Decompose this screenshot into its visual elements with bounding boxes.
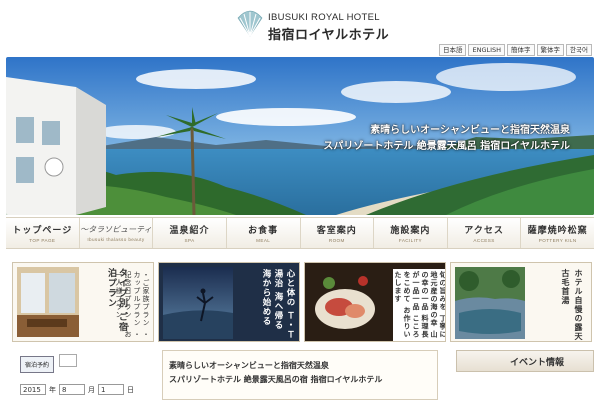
nav-room[interactable]: 客室案内 ROOM [301,218,375,248]
nav-thalasso-beauty[interactable]: 〜タラソビューティ Ibusuki thalasso beauty [80,218,154,248]
meal-text: 旬の旨みを 丁寧に 地元産の海の幸 山の幸の一品 料理長が一品一品 こころをこめ… [393,269,445,341]
nav-label: 薩摩焼吟松窯 [527,226,588,236]
nav-sublabel: ROOM [328,238,345,243]
nav-label: 温泉紹介 [169,226,210,236]
day-select[interactable]: 1 [98,384,124,395]
beach-silhouette-image [163,267,233,339]
nav-facility[interactable]: 施設案内 FACILITY [374,218,448,248]
nav-label: お食事 [248,226,279,236]
nav-access[interactable]: アクセス ACCESS [448,218,522,248]
nav-sublabel: MEAL [256,238,271,243]
bath-text: ホテル自慢の露天 古毛首湯 [561,269,584,341]
nav-spa[interactable]: 温泉紹介 SPA [153,218,227,248]
room-interior-image [17,267,79,337]
lang-korean[interactable]: 한국어 [566,44,592,56]
reservation-date-picker: 2015 年 8 月 1 日 [20,384,134,395]
banner-seasonal-meals[interactable]: 旬の旨みを 丁寧に 地元産の海の幸 山の幸の一品 料理長が一品一品 こころをこめ… [304,262,446,342]
nav-sublabel: TOP PAGE [29,238,56,243]
year-select[interactable]: 2015 [20,384,46,395]
spa-text: 心と体の Ｔ・Ｔ湯治 海へ帰る 海から始める [261,269,295,340]
nav-sublabel: ACCESS [473,238,495,243]
logo-japanese[interactable]: 指宿ロイヤルホテル [268,24,389,43]
day-unit: 日 [127,385,134,394]
nav-label: アクセス [464,226,504,236]
nav-sublabel: FACILITY [398,238,422,243]
nav-sublabel: Ibusuki thalasso beauty [87,237,145,242]
welcome-line1: 素晴らしいオーシャンビューと指宿天然温泉 [169,360,329,370]
hero-banner: 素晴らしいオーシャンビューと指宿天然温泉 スパリゾートホテル 絶景露天風呂 指宿… [6,57,594,215]
nav-sublabel: SPA [184,238,195,243]
event-info-label: イベント情報 [510,358,565,368]
nav-top-page[interactable]: トップページ TOP PAGE [6,218,80,248]
lang-simplified-chinese[interactable]: 簡体字 [507,44,535,56]
lang-english[interactable]: ENGLISH [468,44,506,56]
nav-sublabel: POTTERY KILN [538,238,577,243]
hero-tagline-line2: スパリゾートホテル 絶景露天風呂 指宿ロイヤルホテル [323,141,570,152]
reservation-tabs: 宿泊予約 [20,352,78,373]
month-select[interactable]: 8 [59,384,85,395]
tab-secondary[interactable] [59,354,78,367]
shell-logo-icon[interactable] [234,8,266,40]
feature-banners: タイプ別 ご宿泊プラン ・ご家族プラン ・カップルプラン ・記念日プラン ・お一… [12,262,592,342]
lang-traditional-chinese[interactable]: 繁体字 [536,44,565,56]
event-info-panel[interactable]: イベント情報 [456,350,594,400]
logo-english[interactable]: IBUSUKI ROYAL HOTEL [268,12,380,23]
lang-japanese[interactable]: 日本語 [438,44,467,56]
plans-list: ・ご家族プラン ・カップルプラン ・記念日プラン ・お一人様プラン [115,271,150,339]
tab-stay-reservation[interactable]: 宿泊予約 [20,356,55,373]
hero-tagline: 素晴らしいオーシャンビューと指宿天然温泉 スパリゾートホテル 絶景露天風呂 指宿… [323,123,570,155]
nav-meal[interactable]: お食事 MEAL [227,218,301,248]
banner-open-air-bath[interactable]: ホテル自慢の露天 古毛首湯 [450,262,592,342]
banner-stay-plans[interactable]: タイプ別 ご宿泊プラン ・ご家族プラン ・カップルプラン ・記念日プラン ・お一… [12,262,154,342]
nav-brand-label: 〜タラソビューティ [80,225,152,234]
main-navigation: トップページ TOP PAGE 〜タラソビューティ Ibusuki thalas… [6,217,594,249]
outdoor-bath-image [455,267,525,339]
banner-spa-therapy[interactable]: 心と体の Ｔ・Ｔ湯治 海へ帰る 海から始める [158,262,300,342]
nav-label: 施設案内 [390,226,431,236]
meal-plate-image [309,267,381,339]
language-switcher: 日本語 ENGLISH 簡体字 繁体字 한국어 [438,44,592,56]
nav-label: 客室案内 [316,226,357,236]
hero-tagline-line1: 素晴らしいオーシャンビューと指宿天然温泉 [370,125,570,136]
nav-label: トップページ [12,226,73,236]
site-header: IBUSUKI ROYAL HOTEL 指宿ロイヤルホテル [0,0,600,46]
year-unit: 年 [49,385,56,394]
nav-pottery-kiln[interactable]: 薩摩焼吟松窯 POTTERY KILN [521,218,594,248]
month-unit: 月 [88,385,95,394]
welcome-line2: スパリゾートホテル 絶景露天風呂の宿 指宿ロイヤルホテル [169,374,383,384]
welcome-panel: 素晴らしいオーシャンビューと指宿天然温泉 スパリゾートホテル 絶景露天風呂の宿 … [162,350,438,400]
